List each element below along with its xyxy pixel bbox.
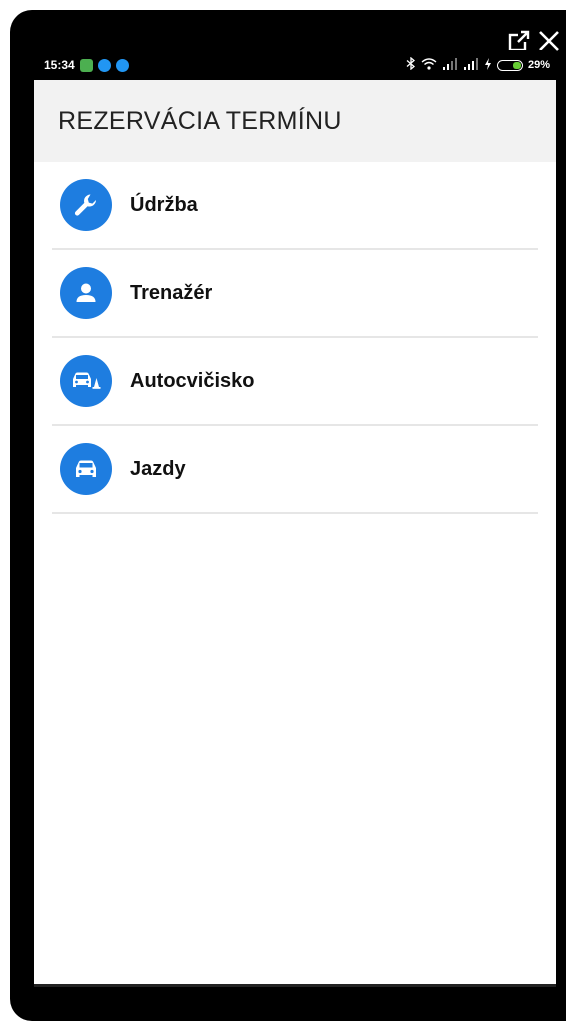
notification-messenger-icon-2 [115, 58, 129, 72]
car-cone-icon [60, 355, 112, 407]
menu-item-udrzba[interactable]: Údržba [52, 162, 538, 250]
charging-icon [484, 57, 492, 73]
open-external-icon[interactable] [508, 30, 530, 52]
menu-item-label: Autocvičisko [130, 369, 255, 392]
signal-icon-2 [463, 57, 479, 73]
bluetooth-icon [406, 56, 416, 73]
wrench-icon [60, 179, 112, 231]
status-bar: 15:34 29% [34, 50, 556, 80]
menu-item-label: Jazdy [130, 457, 186, 480]
menu-item-autocvicisko[interactable]: Autocvičisko [52, 338, 538, 426]
wifi-icon [421, 57, 437, 73]
status-left: 15:34 [44, 58, 129, 72]
battery-level-fill [512, 61, 521, 69]
notification-messenger-icon [97, 58, 111, 72]
battery-icon [496, 59, 523, 71]
page-title: REZERVÁCIA TERMÍNU [58, 106, 342, 135]
person-icon [60, 267, 112, 319]
notification-app-icon [79, 58, 93, 72]
close-icon[interactable] [538, 30, 560, 52]
app-screen: 15:34 29% REZERVÁCIA TERMÍNU Údržba Tren… [34, 50, 556, 984]
bottom-divider [34, 984, 556, 987]
app-bar: REZERVÁCIA TERMÍNU [34, 80, 556, 162]
car-icon [60, 443, 112, 495]
menu-item-label: Trenažér [130, 281, 213, 304]
signal-icon [442, 57, 458, 73]
menu-list: Údržba Trenažér Autocvičisko Jazdy [52, 162, 538, 514]
menu-item-trenazer[interactable]: Trenažér [52, 250, 538, 338]
status-right: 29% [406, 56, 550, 73]
menu-item-jazdy[interactable]: Jazdy [52, 426, 538, 514]
status-time: 15:34 [44, 58, 75, 72]
battery-percent: 29% [527, 59, 550, 71]
menu-item-label: Údržba [130, 193, 198, 216]
